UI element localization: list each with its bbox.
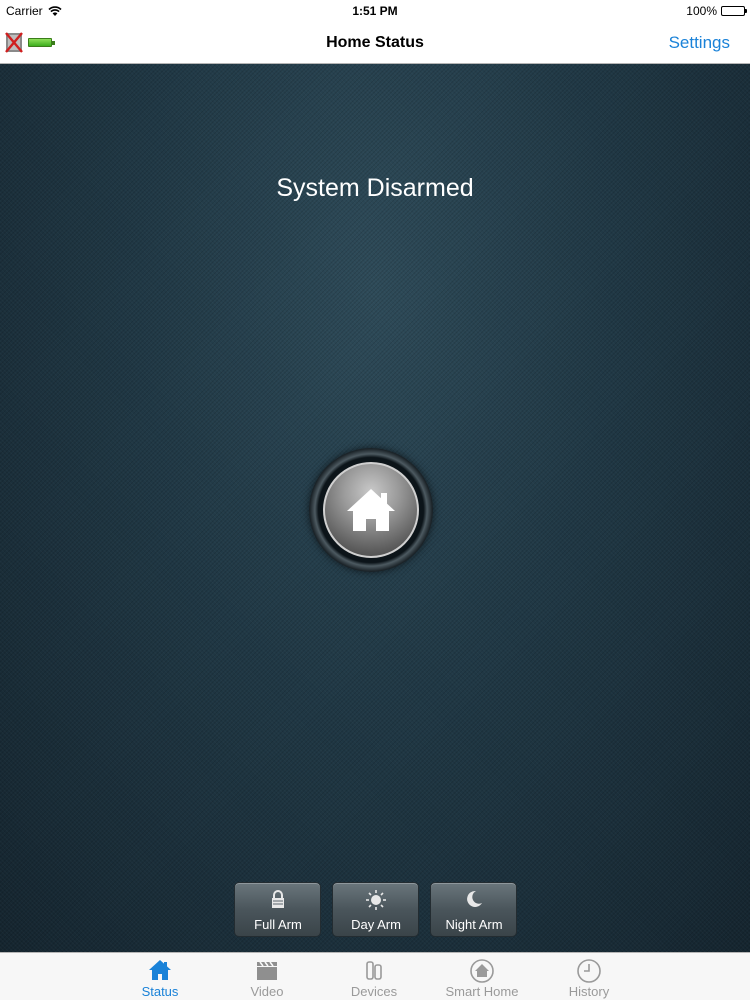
night-arm-button[interactable]: Night Arm: [429, 882, 518, 937]
tab-bar: Status Video Devices Smart Home History: [0, 952, 750, 1000]
home-icon: [347, 489, 395, 531]
tab-devices-label: Devices: [350, 984, 398, 999]
battery-percent: 100%: [686, 4, 717, 18]
status-bar: Carrier 1:51 PM 100%: [0, 0, 750, 22]
disarm-home-button[interactable]: [309, 448, 433, 572]
home-icon: [110, 959, 210, 983]
status-time: 1:51 PM: [352, 4, 398, 18]
sensor-icon: [324, 959, 424, 983]
tab-smart-home-label: Smart Home: [445, 984, 519, 999]
day-arm-label: Day Arm: [351, 917, 401, 932]
day-arm-button[interactable]: Day Arm: [331, 882, 420, 937]
tab-history[interactable]: History: [539, 953, 639, 1000]
full-arm-label: Full Arm: [254, 917, 302, 932]
tab-video-label: Video: [250, 984, 284, 999]
tab-smart-home[interactable]: Smart Home: [432, 953, 532, 1000]
tab-video[interactable]: Video: [217, 953, 317, 1000]
tab-history-label: History: [568, 984, 610, 999]
status-right: 100%: [686, 4, 747, 18]
status-panel: System Disarmed Full Arm Day Arm Night A…: [0, 64, 750, 952]
nav-bar: Home Status Settings: [0, 22, 750, 64]
tab-status[interactable]: Status: [110, 953, 210, 1000]
moon-icon: [431, 889, 518, 911]
full-arm-button[interactable]: Full Arm: [233, 882, 322, 937]
settings-button[interactable]: Settings: [669, 33, 730, 53]
sun-icon: [333, 889, 420, 911]
page-title: Home Status: [326, 34, 424, 51]
lock-icon: [235, 889, 322, 911]
clapperboard-icon: [217, 959, 317, 983]
clock-icon: [539, 959, 639, 983]
arm-button-group: Full Arm Day Arm Night Arm: [0, 882, 750, 937]
tab-status-label: Status: [141, 984, 179, 999]
home-button-face: [323, 462, 419, 558]
smart-home-icon: [432, 959, 532, 983]
system-status-text: System Disarmed: [276, 174, 474, 202]
night-arm-label: Night Arm: [445, 917, 503, 932]
tab-devices[interactable]: Devices: [324, 953, 424, 1000]
battery-icon: [721, 6, 747, 16]
